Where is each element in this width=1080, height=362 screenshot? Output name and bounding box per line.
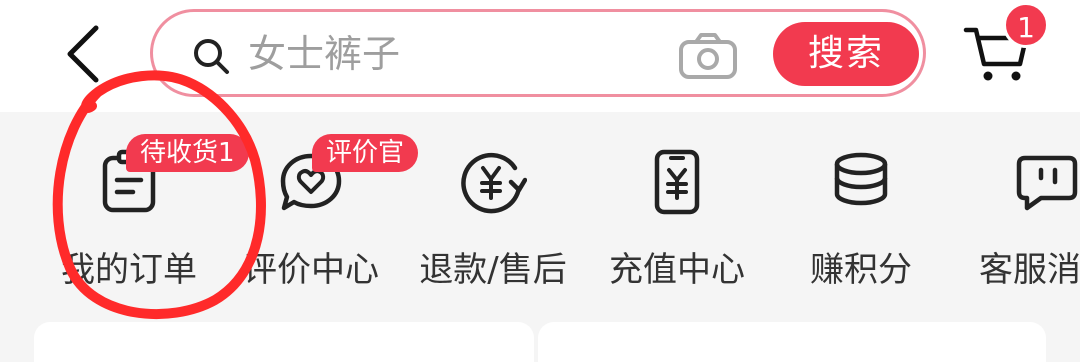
camera-icon[interactable] bbox=[678, 32, 738, 80]
content-card-left bbox=[34, 322, 534, 362]
top-bar: 女士裤子 搜索 1 bbox=[0, 0, 1080, 112]
coin-stack-icon bbox=[834, 152, 888, 206]
menu-item-service-messages[interactable]: 客服消息 bbox=[962, 112, 1080, 322]
search-bar[interactable]: 女士裤子 搜索 bbox=[150, 9, 926, 97]
service-message-icon bbox=[1016, 155, 1078, 211]
menu-item-label: 退款/售后 bbox=[419, 250, 567, 290]
cart-count-badge: 1 bbox=[1003, 2, 1049, 48]
menu-item-label: 客服消息 bbox=[979, 250, 1080, 290]
quick-menu: 待收货1 我的订单 评价官 评价中心 退款/售后 充值中心 赚积分 客服消 bbox=[0, 112, 1080, 322]
menu-item-points[interactable]: 赚积分 bbox=[776, 112, 946, 322]
search-input[interactable]: 女士裤子 bbox=[248, 28, 400, 80]
phone-yuan-icon bbox=[654, 149, 700, 215]
menu-item-refund[interactable]: 退款/售后 bbox=[408, 112, 578, 322]
back-button[interactable] bbox=[60, 24, 110, 84]
menu-item-my-orders[interactable]: 待收货1 我的订单 bbox=[44, 112, 249, 322]
search-button[interactable]: 搜索 bbox=[773, 22, 919, 86]
menu-item-reviews[interactable]: 评价官 评价中心 bbox=[226, 112, 419, 322]
menu-item-label: 我的订单 bbox=[61, 250, 197, 290]
content-card-right bbox=[538, 322, 1046, 362]
search-icon bbox=[194, 39, 229, 74]
menu-item-label: 赚积分 bbox=[810, 250, 912, 290]
chevron-left-icon bbox=[67, 25, 99, 83]
menu-item-label: 评价中心 bbox=[243, 250, 379, 290]
reviewer-badge: 评价官 bbox=[312, 134, 419, 172]
menu-item-label: 充值中心 bbox=[609, 250, 745, 290]
menu-item-topup[interactable]: 充值中心 bbox=[592, 112, 762, 322]
yuan-refund-icon bbox=[461, 152, 527, 214]
